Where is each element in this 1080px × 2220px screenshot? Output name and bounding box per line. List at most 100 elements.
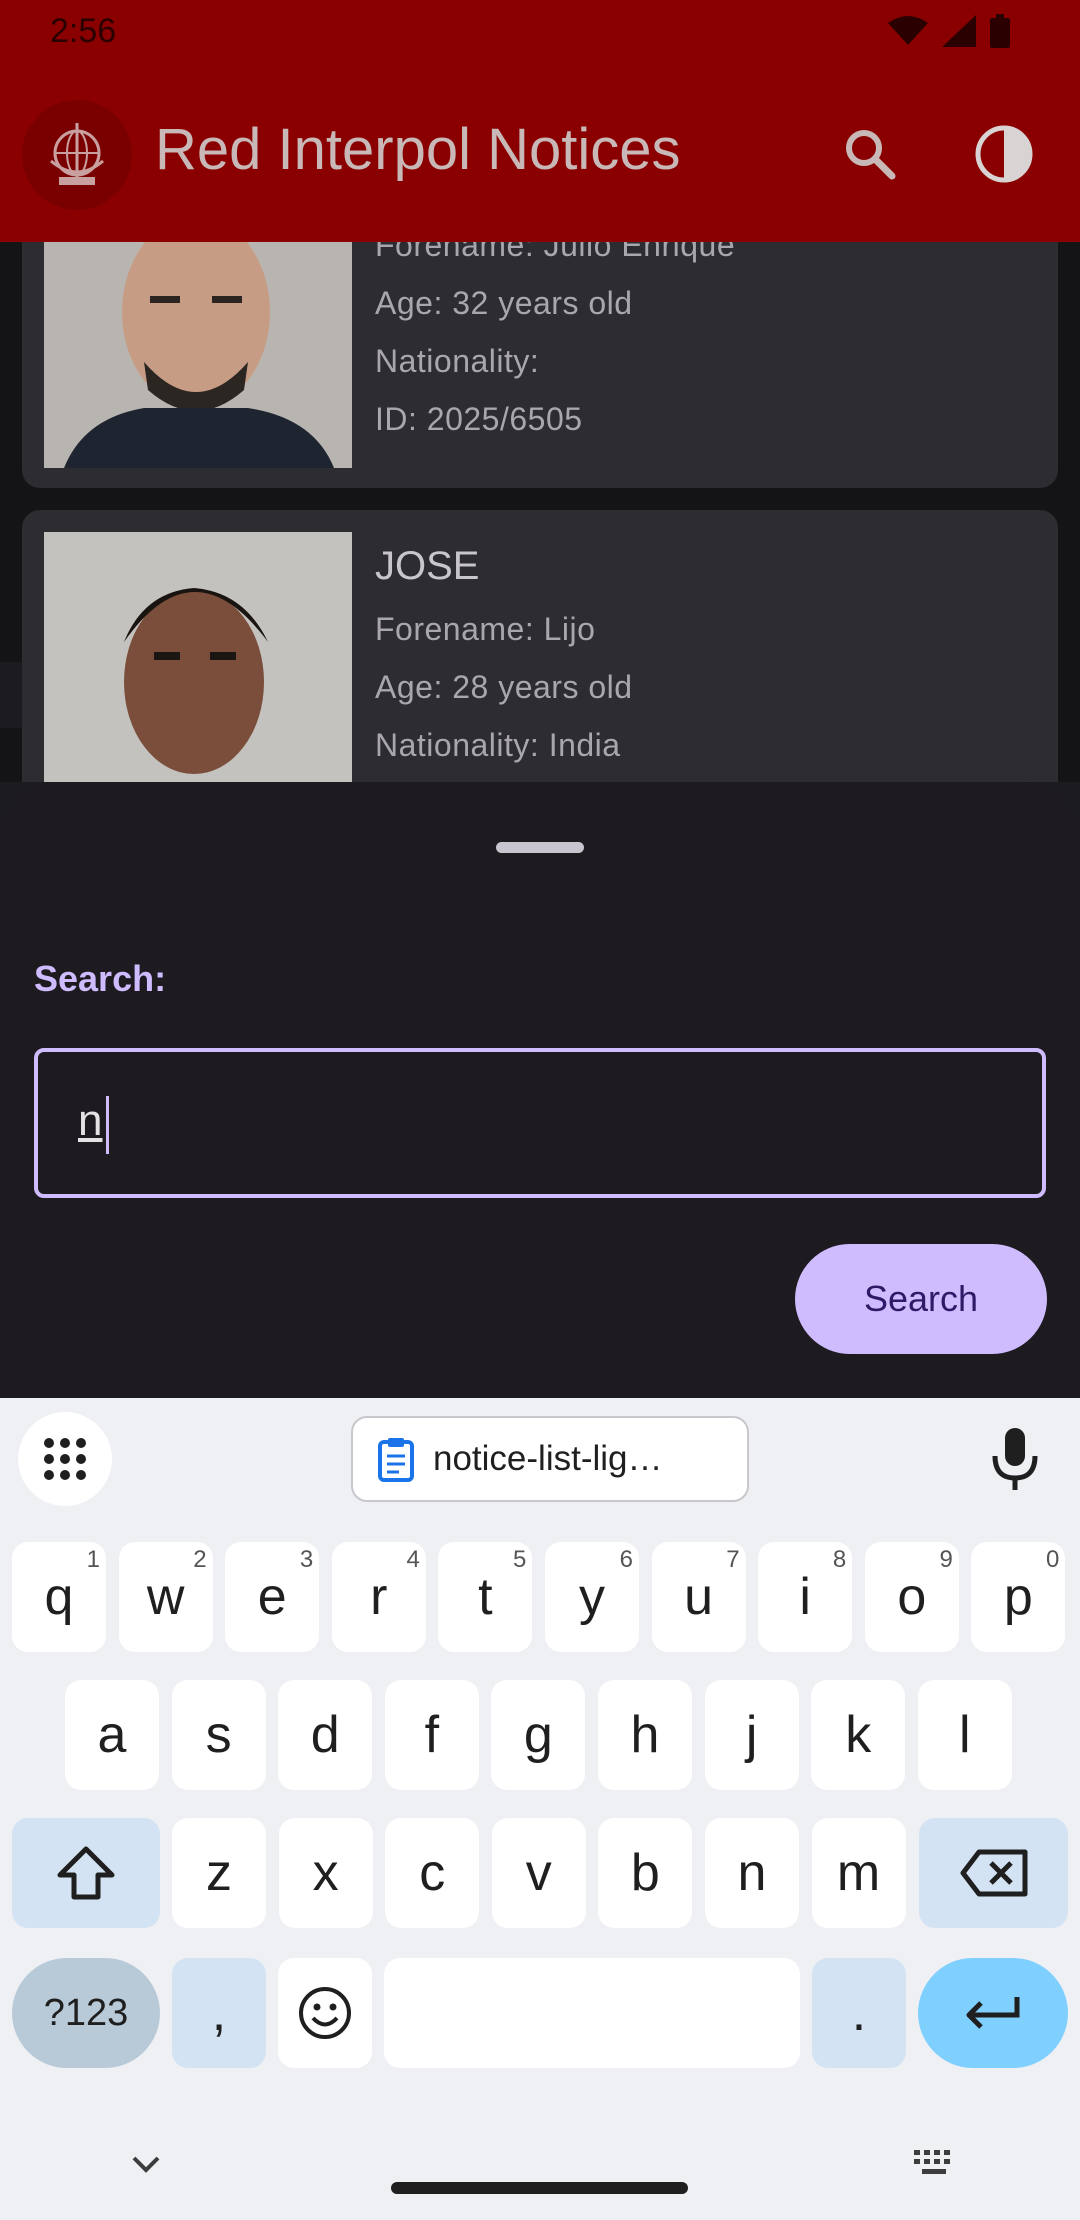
enter-icon bbox=[966, 1997, 1020, 2029]
person-photo bbox=[44, 532, 352, 782]
search-input[interactable]: n bbox=[34, 1048, 1046, 1198]
shift-key[interactable] bbox=[12, 1818, 160, 1928]
key-label: z bbox=[206, 1844, 232, 1902]
search-button[interactable] bbox=[840, 124, 900, 184]
key-m[interactable]: m bbox=[811, 1818, 906, 1928]
key-hint: 0 bbox=[1046, 1546, 1060, 1573]
key-label: i bbox=[799, 1568, 811, 1626]
apps-grid-icon bbox=[44, 1438, 86, 1480]
key-label: r bbox=[370, 1568, 388, 1626]
theme-toggle-button[interactable] bbox=[972, 122, 1036, 186]
keyboard-apps-button[interactable] bbox=[18, 1412, 112, 1506]
gesture-home-bar[interactable] bbox=[391, 2182, 688, 2194]
person-photo bbox=[44, 242, 352, 468]
key-c[interactable]: c bbox=[385, 1818, 480, 1928]
key-hint: 9 bbox=[939, 1546, 953, 1573]
clipboard-suggestion-chip[interactable]: notice-list-lig… bbox=[351, 1416, 749, 1502]
notice-id: ID: 2025/6505 bbox=[375, 401, 583, 437]
key-a[interactable]: a bbox=[65, 1680, 159, 1790]
key-d[interactable]: d bbox=[278, 1680, 373, 1790]
key-p[interactable]: p0 bbox=[971, 1542, 1066, 1652]
key-label: b bbox=[630, 1844, 660, 1902]
emoji-key[interactable] bbox=[278, 1958, 372, 2068]
voice-input-button[interactable] bbox=[985, 1424, 1045, 1494]
symbols-key[interactable]: ?123 bbox=[12, 1958, 160, 2068]
notice-info: Forename: Julio Enrique Age: 32 years ol… bbox=[375, 242, 735, 448]
status-bar: 2:56 bbox=[0, 0, 1080, 66]
key-x[interactable]: x bbox=[278, 1818, 373, 1928]
key-label: j bbox=[745, 1706, 758, 1764]
key-hint: 1 bbox=[86, 1546, 100, 1573]
backspace-icon bbox=[960, 1849, 1027, 1897]
key-label: s bbox=[205, 1706, 232, 1764]
key-hint: 5 bbox=[513, 1546, 527, 1573]
notice-list[interactable]: Forename: Julio Enrique Age: 32 years ol… bbox=[0, 242, 1080, 782]
key-q[interactable]: q1 bbox=[12, 1542, 106, 1652]
search-bottom-sheet: Search: n Search bbox=[0, 782, 1080, 1398]
key-hint: 3 bbox=[299, 1546, 314, 1573]
comma-key[interactable]: , bbox=[172, 1958, 266, 2068]
search-submit-button[interactable]: Search bbox=[795, 1244, 1047, 1354]
contrast-icon bbox=[975, 125, 1033, 183]
enter-key[interactable] bbox=[918, 1958, 1068, 2068]
key-f[interactable]: f bbox=[384, 1680, 479, 1790]
interpol-logo bbox=[22, 100, 132, 210]
app-bar: Red Interpol Notices bbox=[0, 66, 1080, 242]
text-cursor bbox=[106, 1096, 109, 1154]
key-b[interactable]: b bbox=[598, 1818, 693, 1928]
key-s[interactable]: s bbox=[171, 1680, 266, 1790]
keyboard-switch-button[interactable] bbox=[912, 2148, 958, 2178]
key-hint: 2 bbox=[193, 1546, 207, 1573]
key-z[interactable]: z bbox=[172, 1818, 266, 1928]
key-w[interactable]: w2 bbox=[118, 1542, 213, 1652]
sheet-drag-handle[interactable] bbox=[496, 842, 584, 853]
signal-icon bbox=[942, 15, 976, 47]
period-key[interactable]: . bbox=[812, 1958, 906, 2068]
notice-photo bbox=[44, 242, 352, 468]
key-label: w bbox=[146, 1568, 185, 1626]
key-label: c bbox=[419, 1844, 446, 1902]
key-k[interactable]: k bbox=[811, 1680, 906, 1790]
key-r[interactable]: r4 bbox=[331, 1542, 426, 1652]
key-e[interactable]: e3 bbox=[225, 1542, 320, 1652]
key-hint: 4 bbox=[406, 1546, 420, 1573]
key-j[interactable]: j bbox=[704, 1680, 799, 1790]
notice-age: Age: 28 years old bbox=[375, 669, 633, 705]
notice-card[interactable]: JOSE Forename: Lijo Age: 28 years old Na… bbox=[22, 510, 1058, 782]
battery-icon bbox=[990, 14, 1010, 48]
search-icon bbox=[846, 130, 896, 180]
key-l[interactable]: l bbox=[917, 1680, 1012, 1790]
backspace-key[interactable] bbox=[919, 1818, 1068, 1928]
key-label: k bbox=[845, 1706, 872, 1764]
search-label: Search: bbox=[34, 958, 167, 999]
key-t[interactable]: t5 bbox=[438, 1542, 533, 1652]
soft-keyboard: notice-list-lig… ?123 , . q 1 w 2 e 3 r … bbox=[0, 1398, 1080, 2220]
app-title: Red Interpol Notices bbox=[155, 117, 681, 182]
key-v[interactable]: v bbox=[491, 1818, 586, 1928]
key-label: h bbox=[630, 1706, 660, 1764]
notice-age: Age: 32 years old bbox=[375, 285, 633, 321]
key-label: m bbox=[836, 1844, 881, 1902]
notice-nationality: Nationality: bbox=[375, 343, 540, 379]
key-label: v bbox=[525, 1844, 552, 1902]
key-o[interactable]: o9 bbox=[864, 1542, 959, 1652]
globe-emblem-icon bbox=[50, 123, 104, 185]
key-g[interactable]: g bbox=[491, 1680, 586, 1790]
shift-icon bbox=[57, 1846, 115, 1900]
search-input-value: n bbox=[78, 1096, 103, 1145]
key-h[interactable]: h bbox=[598, 1680, 692, 1790]
notice-forename: Forename: Lijo bbox=[375, 611, 596, 647]
key-i[interactable]: i8 bbox=[758, 1542, 853, 1652]
wifi-icon bbox=[888, 16, 928, 45]
key-hint: 7 bbox=[726, 1546, 740, 1573]
key-y[interactable]: y6 bbox=[545, 1542, 639, 1652]
keyboard-icon bbox=[914, 2150, 950, 2174]
key-label: n bbox=[737, 1844, 767, 1902]
space-key[interactable] bbox=[384, 1958, 800, 2068]
notice-card[interactable]: Forename: Julio Enrique Age: 32 years ol… bbox=[22, 242, 1058, 488]
key-hint: 8 bbox=[832, 1546, 847, 1573]
status-time: 2:56 bbox=[50, 12, 117, 50]
hide-keyboard-button[interactable] bbox=[126, 2150, 166, 2180]
key-u[interactable]: u7 bbox=[651, 1542, 746, 1652]
key-n[interactable]: n bbox=[705, 1818, 799, 1928]
